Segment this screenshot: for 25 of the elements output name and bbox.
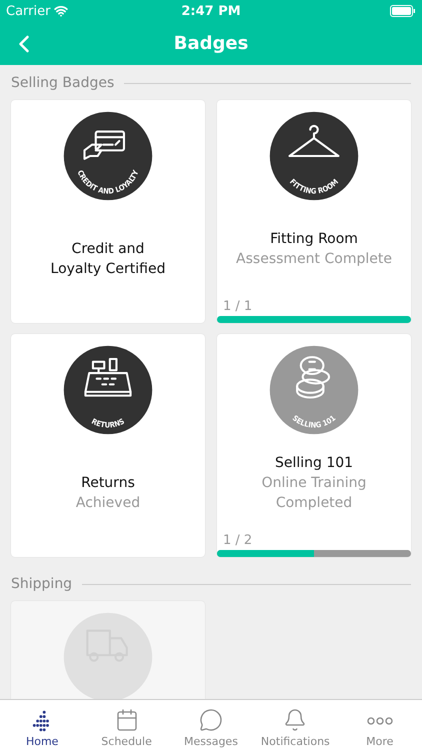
tab-bar-item[interactable]: Notifications (253, 700, 338, 750)
chat-bubble-icon (198, 708, 223, 732)
badge-status: Assessment Complete (236, 250, 392, 269)
calendar-icon (114, 708, 139, 732)
tab-bar-item[interactable]: Schedule (84, 700, 169, 750)
page-title: Badges (174, 33, 248, 54)
battery-icon (390, 5, 416, 17)
badge-status: Achieved (76, 494, 140, 513)
clock: 2:47 PM (181, 4, 241, 18)
progress-count: 1 / 1 (222, 299, 254, 314)
badge-status: Online Training (262, 474, 366, 493)
badge-title: Selling 101 (274, 454, 354, 473)
progress-count: 1 / 2 (222, 533, 254, 548)
tab-bar-item[interactable]: More (338, 700, 422, 750)
badge-title: Fitting Room (269, 230, 359, 249)
badge-status: Completed (276, 494, 352, 513)
tab-bar-item[interactable]: Home (0, 700, 84, 750)
section-title: Shipping (11, 576, 72, 592)
bell-icon (283, 708, 308, 732)
badge-title: Credit and Loyalty Certified (50, 240, 166, 279)
carrier-name: Carrier (6, 4, 50, 18)
tab-bar-item[interactable]: Messages (168, 700, 253, 750)
badge-title: Returns (80, 474, 136, 493)
wifi-icon (54, 4, 68, 18)
section-title: Selling Badges (11, 75, 114, 91)
